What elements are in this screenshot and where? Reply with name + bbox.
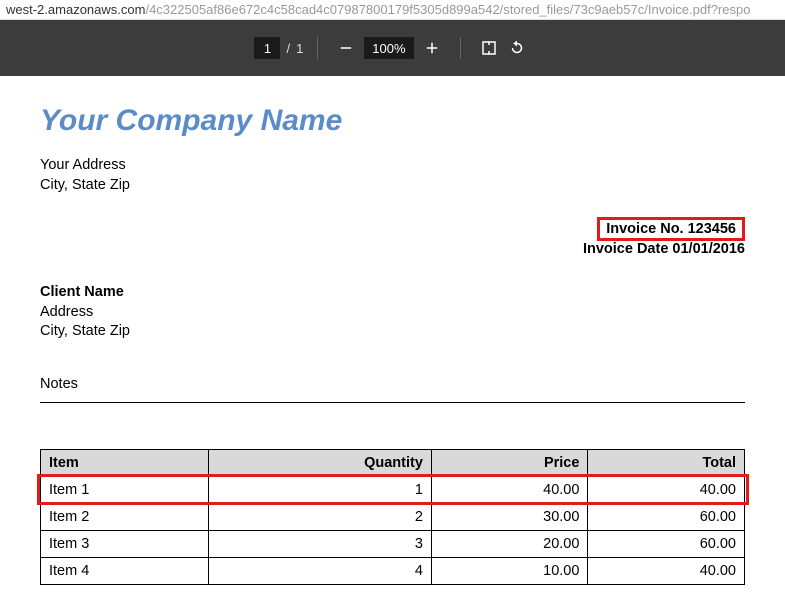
plus-icon: [423, 39, 441, 57]
invoice-table: Item Quantity Price Total Item 1140.0040…: [40, 449, 745, 585]
col-quantity: Quantity: [209, 449, 432, 476]
cell-qty: 3: [209, 530, 432, 557]
invoice-number: Invoice No. 123456: [597, 217, 745, 241]
invoice-date: Invoice Date 01/01/2016: [583, 241, 745, 257]
rotate-button[interactable]: [503, 34, 531, 62]
pdf-page: Your Company Name Your Address City, Sta…: [0, 76, 785, 611]
cell-item: Item 1: [41, 476, 209, 503]
cell-qty: 2: [209, 503, 432, 530]
rotate-icon: [508, 39, 526, 57]
zoom-in-button[interactable]: [418, 34, 446, 62]
toolbar-divider: [460, 37, 461, 59]
minus-icon: [337, 39, 355, 57]
col-total: Total: [588, 449, 745, 476]
table-header-row: Item Quantity Price Total: [41, 449, 745, 476]
zoom-out-button[interactable]: [332, 34, 360, 62]
cell-item: Item 3: [41, 530, 209, 557]
cell-total: 60.00: [588, 530, 745, 557]
table-row: Item 2230.0060.00: [41, 503, 745, 530]
url-host: west-2.amazonaws.com: [6, 2, 145, 17]
current-page-input[interactable]: 1: [254, 37, 280, 59]
cell-qty: 4: [209, 557, 432, 584]
notes-label: Notes: [40, 376, 745, 392]
page-viewport[interactable]: Your Company Name Your Address City, Sta…: [0, 76, 785, 611]
zoom-level[interactable]: 100%: [364, 37, 413, 59]
col-price: Price: [431, 449, 588, 476]
fit-page-button[interactable]: [475, 34, 503, 62]
client-name: Client Name: [40, 283, 745, 303]
cell-total: 60.00: [588, 503, 745, 530]
cell-total: 40.00: [588, 476, 745, 503]
cell-item: Item 2: [41, 503, 209, 530]
table-row: Item 3320.0060.00: [41, 530, 745, 557]
address-line: Address: [40, 303, 745, 323]
fit-page-icon: [480, 39, 498, 57]
client-address: Client Name Address City, State Zip: [40, 283, 745, 342]
sender-address: Your Address City, State Zip: [40, 156, 745, 195]
cell-total: 40.00: [588, 557, 745, 584]
separator-line: [40, 402, 745, 403]
cell-price: 10.00: [431, 557, 588, 584]
company-name: Your Company Name: [40, 104, 745, 138]
cell-price: 30.00: [431, 503, 588, 530]
col-item: Item: [41, 449, 209, 476]
pdf-toolbar: 1 / 1 100%: [0, 20, 785, 76]
table-row: Item 1140.0040.00: [41, 476, 745, 503]
table-row: Item 4410.0040.00: [41, 557, 745, 584]
cell-price: 20.00: [431, 530, 588, 557]
total-pages: 1: [296, 41, 303, 56]
cell-item: Item 4: [41, 557, 209, 584]
invoice-meta: Invoice No. 123456 Invoice Date 01/01/20…: [40, 217, 745, 257]
cell-qty: 1: [209, 476, 432, 503]
address-line: Your Address: [40, 156, 745, 176]
url-bar: west-2.amazonaws.com/4c322505af86e672c4c…: [0, 0, 785, 20]
page-separator: /: [286, 41, 290, 56]
url-path: /4c322505af86e672c4c58cad4c07987800179f5…: [145, 2, 750, 17]
toolbar-divider: [317, 37, 318, 59]
address-line: City, State Zip: [40, 176, 745, 196]
cell-price: 40.00: [431, 476, 588, 503]
address-line: City, State Zip: [40, 322, 745, 342]
